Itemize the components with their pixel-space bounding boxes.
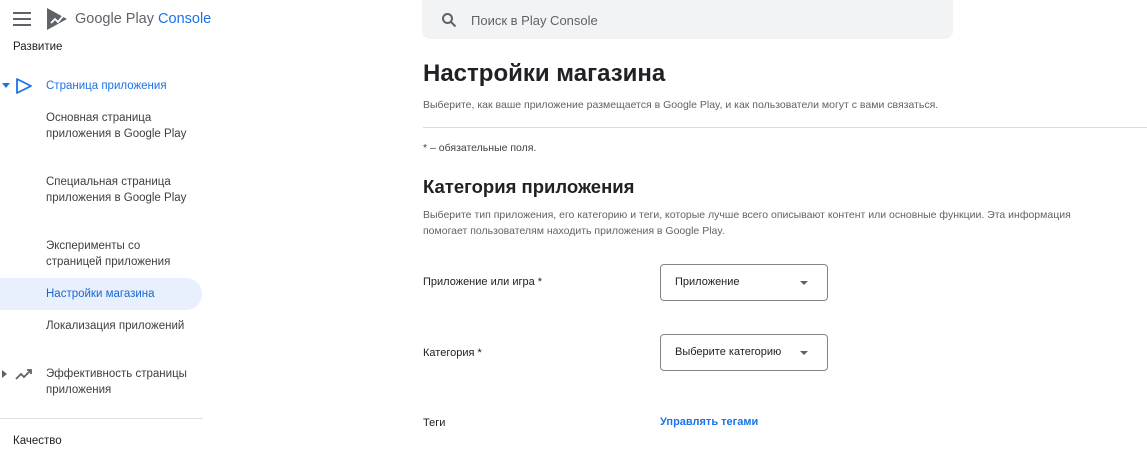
- play-arrow-icon: [16, 78, 32, 94]
- sidebar-section-quality: Качество: [13, 435, 62, 447]
- brand-google: Google: [75, 11, 122, 27]
- section-title-app-category: Категория приложения: [423, 176, 635, 197]
- caret-right-icon: [2, 370, 7, 378]
- brand-console: Console: [154, 11, 212, 27]
- category-value: Выберите категорию: [675, 346, 782, 358]
- sidebar-item-label: Локализация приложений: [46, 320, 185, 332]
- section-description: Выберите тип приложения, его категорию и…: [423, 209, 1071, 237]
- sidebar-item-label: Настройки магазина: [46, 288, 155, 300]
- sidebar-item-localization[interactable]: Локализация приложений: [0, 318, 202, 350]
- sidebar-item-listing-experiments[interactable]: Эксперименты со страницей приложения: [0, 238, 202, 270]
- sidebar: Google Play Console Развитие Страница пр…: [0, 0, 211, 454]
- search-bar[interactable]: [422, 0, 953, 39]
- category-label: Категория *: [423, 347, 482, 359]
- sidebar-item-label: Основная страница приложения в Google Pl…: [46, 112, 187, 140]
- manage-tags-link[interactable]: Управлять тегами: [660, 416, 758, 428]
- sidebar-item-label: Эффективность страницы приложения: [46, 368, 187, 396]
- sidebar-item-custom-listing[interactable]: Специальная страница приложения в Google…: [0, 174, 202, 222]
- sidebar-item-label: Страница приложения: [46, 80, 167, 92]
- sidebar-item-store-settings[interactable]: Настройки магазина: [0, 278, 202, 310]
- required-fields-note: * – обязательные поля.: [423, 142, 537, 154]
- page-subtitle: Выберите, как ваше приложение размещаетс…: [423, 99, 939, 111]
- sidebar-item-main-listing[interactable]: Основная страница приложения в Google Pl…: [0, 110, 202, 158]
- search-input[interactable]: [471, 10, 931, 30]
- category-select[interactable]: Выберите категорию: [660, 334, 828, 371]
- menu-icon[interactable]: [13, 12, 31, 26]
- play-console-logo-icon: [47, 8, 67, 30]
- search-icon[interactable]: [441, 12, 457, 28]
- dropdown-arrow-icon: [800, 351, 808, 355]
- app-or-game-select[interactable]: Приложение: [660, 264, 828, 301]
- dropdown-arrow-icon: [800, 281, 808, 285]
- tags-label: Теги: [423, 417, 446, 429]
- sidebar-section-growth: Развитие: [13, 41, 63, 53]
- app-or-game-value: Приложение: [675, 276, 740, 288]
- caret-down-icon: [2, 83, 10, 88]
- sidebar-item-label: Специальная страница приложения в Google…: [46, 176, 187, 204]
- app-root: Google Play Console Развитие Страница пр…: [0, 0, 1147, 454]
- sidebar-divider: [0, 418, 203, 419]
- sidebar-item-listing-performance[interactable]: Эффективность страницы приложения: [0, 366, 202, 398]
- app-brand: Google Play Console: [75, 11, 211, 27]
- page-title: Настройки магазина: [423, 60, 666, 87]
- brand-play: Play: [121, 11, 155, 27]
- content-divider: [423, 127, 1147, 128]
- sidebar-item-store-presence[interactable]: Страница приложения: [0, 77, 202, 95]
- app-or-game-label: Приложение или игра *: [423, 276, 543, 288]
- sidebar-item-label: Эксперименты со страницей приложения: [46, 240, 171, 268]
- trending-up-icon: [15, 369, 32, 380]
